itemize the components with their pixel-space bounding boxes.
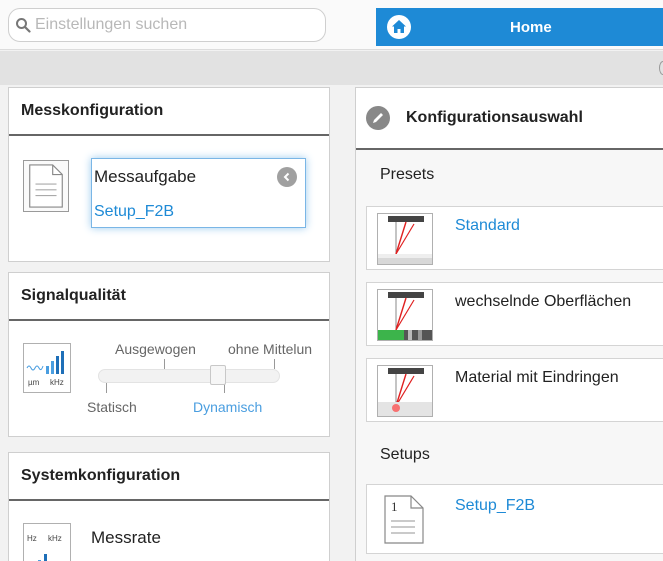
messrate-label[interactable]: Messrate	[91, 528, 161, 548]
slider-tick	[274, 359, 275, 369]
konfigurationsauswahl-panel: Konfigurationsauswahl Presets Standard w…	[355, 87, 663, 561]
slider-label-ohne-mittelung[interactable]: ohne Mittelun	[228, 341, 312, 357]
top-bar: Home	[0, 0, 663, 50]
systemkonfiguration-title: Systemkonfiguration	[9, 453, 329, 501]
signal-icon-unit-khz: kHz	[50, 378, 64, 387]
preset-item-material-mit-eindringen[interactable]: Material mit Eindringen	[366, 358, 663, 422]
signal-quality-icon: µm kHz	[23, 343, 71, 393]
preset-label[interactable]: wechselnde Oberflächen	[455, 293, 631, 311]
search-input[interactable]	[35, 16, 315, 34]
svg-text:1: 1	[391, 499, 398, 514]
home-label: Home	[510, 18, 552, 36]
rate-icon-unit-khz: kHz	[48, 534, 62, 543]
konfigurationsauswahl-title: Konfigurationsauswahl	[406, 109, 583, 126]
systemkonfiguration-panel: Systemkonfiguration Hz kHz Messrate	[8, 452, 330, 561]
setup-document-icon: 1	[377, 493, 433, 545]
signal-quality-slider[interactable]: Ausgewogen ohne Mittelun Statisch Dynami…	[84, 325, 334, 425]
scroll-handle-icon[interactable]	[659, 61, 663, 75]
konfigurationsauswahl-header: Konfigurationsauswahl	[356, 88, 663, 150]
messkonfiguration-panel: Messkonfiguration Messaufgabe Setup_F2B	[8, 87, 330, 262]
preset-item-standard[interactable]: Standard	[366, 206, 663, 270]
preset-label[interactable]: Material mit Eindringen	[455, 369, 619, 387]
measuring-rate-icon: Hz kHz	[23, 523, 71, 561]
messaufgabe-value[interactable]: Setup_F2B	[94, 203, 174, 221]
laser-sensor-icon	[377, 213, 433, 265]
slider-label-dynamisch[interactable]: Dynamisch	[193, 399, 262, 415]
setup-item[interactable]: 1 Setup_F2B	[366, 484, 663, 554]
home-tab[interactable]: Home	[376, 8, 663, 46]
laser-sensor-surfaces-icon	[377, 289, 433, 341]
secondary-toolbar	[0, 51, 663, 85]
messaufgabe-label: Messaufgabe	[94, 167, 197, 186]
home-icon	[387, 15, 411, 39]
chevron-left-icon[interactable]	[277, 167, 297, 187]
rate-icon-unit-hz: Hz	[27, 534, 37, 543]
slider-tick	[106, 383, 107, 393]
slider-tick	[164, 359, 165, 369]
search-icon	[16, 18, 31, 33]
setups-label: Setups	[380, 446, 430, 463]
laser-sensor-penetration-icon	[377, 365, 433, 417]
slider-label-statisch[interactable]: Statisch	[87, 399, 137, 415]
preset-label[interactable]: Standard	[455, 217, 520, 235]
messaufgabe-selector[interactable]: Messaufgabe Setup_F2B	[91, 158, 306, 228]
setup-label[interactable]: Setup_F2B	[455, 497, 535, 515]
slider-thumb[interactable]	[210, 365, 226, 385]
slider-label-ausgewogen[interactable]: Ausgewogen	[115, 341, 196, 357]
signalqualitaet-panel: Signalqualität µm kHz Ausgewogen ohne Mi…	[8, 272, 330, 437]
signal-icon-unit-um: µm	[28, 378, 40, 387]
document-icon	[23, 160, 69, 212]
presets-label: Presets	[380, 166, 435, 183]
signalqualitaet-title: Signalqualität	[9, 273, 329, 321]
slider-track[interactable]	[98, 369, 280, 383]
messkonfiguration-title: Messkonfiguration	[9, 88, 329, 136]
preset-item-wechselnde-oberflaechen[interactable]: wechselnde Oberflächen	[366, 282, 663, 346]
pencil-icon	[366, 106, 390, 130]
search-box[interactable]	[8, 8, 326, 42]
